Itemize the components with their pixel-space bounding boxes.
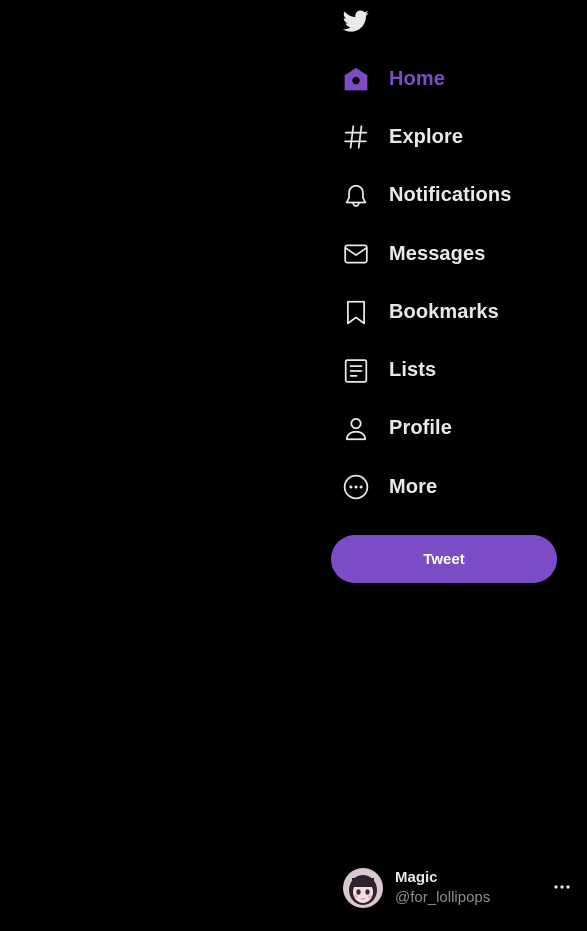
account-text: Magic @for_lollipops: [395, 868, 490, 908]
bell-icon: [343, 183, 369, 209]
nav-label-profile: Profile: [389, 417, 452, 440]
nav-label-explore: Explore: [389, 125, 464, 148]
ellipsis-icon[interactable]: [552, 877, 572, 897]
twitter-logo-icon[interactable]: [341, 8, 371, 34]
account-name: Magic: [395, 869, 438, 886]
nav-label-home: Home: [389, 67, 445, 90]
primary-nav: Home Explore Notifications Messages Book…: [331, 50, 587, 516]
nav-item-explore[interactable]: Explore: [331, 108, 587, 166]
envelope-icon: [343, 241, 369, 267]
nav-item-notifications[interactable]: Notifications: [331, 167, 587, 225]
hashtag-icon: [343, 124, 369, 150]
home-icon: [343, 66, 369, 92]
more-circle-icon: [343, 474, 369, 500]
avatar: [343, 868, 383, 908]
nav-item-more[interactable]: More: [331, 458, 587, 516]
nav-label-lists: Lists: [389, 359, 437, 382]
person-icon: [343, 416, 369, 442]
nav-label-notifications: Notifications: [389, 184, 512, 207]
bookmark-icon: [343, 299, 369, 325]
nav-item-bookmarks[interactable]: Bookmarks: [331, 283, 587, 341]
account-handle: @for_lollipops: [395, 889, 491, 906]
nav-label-messages: Messages: [389, 242, 486, 265]
tweet-button[interactable]: Tweet: [331, 535, 557, 583]
nav-item-home[interactable]: Home: [331, 50, 587, 108]
nav-item-profile[interactable]: Profile: [331, 400, 587, 458]
nav-item-lists[interactable]: Lists: [331, 341, 587, 399]
nav-label-bookmarks: Bookmarks: [389, 300, 499, 323]
account-switcher[interactable]: Magic @for_lollipops: [343, 867, 578, 909]
list-icon: [343, 358, 369, 384]
nav-item-messages[interactable]: Messages: [331, 225, 587, 283]
sidebar-page: Home Explore Notifications Messages Book…: [0, 0, 587, 931]
nav-label-more: More: [389, 475, 438, 498]
